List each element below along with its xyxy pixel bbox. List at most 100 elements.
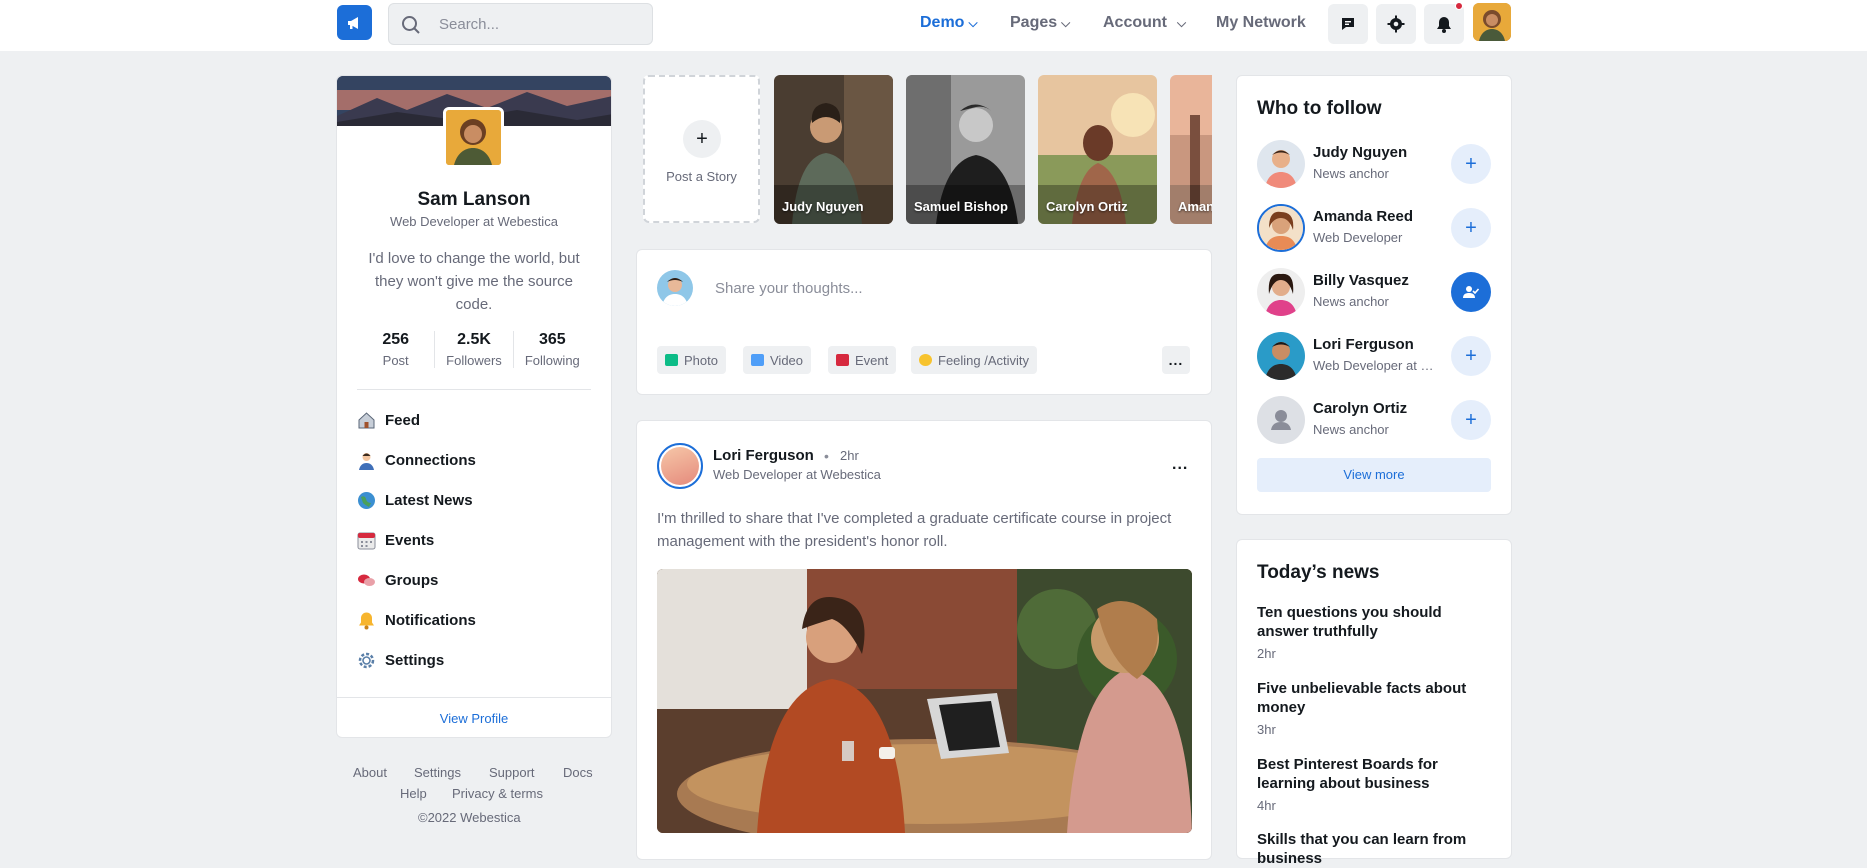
profile-stats: 256 Post 2.5K Followers 365 Following [357, 331, 591, 368]
notifications-button[interactable] [1424, 2, 1464, 44]
megaphone-icon [347, 16, 358, 29]
follow-role: News anchor [1313, 294, 1389, 309]
follow-avatar[interactable] [1257, 268, 1305, 316]
stat-followers: 2.5K Followers [435, 331, 514, 368]
follow-name[interactable]: Amanda Reed [1313, 208, 1413, 225]
follow-role: News anchor [1313, 166, 1389, 181]
follow-avatar-image [1257, 140, 1305, 188]
post-separator: • [824, 448, 829, 464]
footer-link-docs[interactable]: Docs [563, 765, 593, 780]
nav-my-network[interactable]: My Network [1216, 14, 1306, 32]
news-item-title[interactable]: Best Pinterest Boards for learning about… [1257, 755, 1487, 793]
footer-link-settings[interactable]: Settings [414, 765, 461, 780]
top-navbar: Demo ⌵ Pages ⌵ Account ⌵ My Network [0, 0, 1867, 51]
stat-label: Post [382, 353, 409, 368]
menu-item-notifications[interactable]: Notifications [357, 611, 476, 630]
menu-item-connections[interactable]: Connections [357, 451, 476, 470]
story-item[interactable]: Amanda Reed [1170, 75, 1212, 224]
story-item[interactable]: Judy Nguyen [774, 75, 893, 224]
follow-avatar[interactable] [1257, 204, 1305, 252]
calendar-icon [357, 531, 376, 550]
nav-demo[interactable]: Demo ⌵ [920, 14, 978, 32]
post-story-label: Post a Story [666, 169, 737, 184]
footer-link-about[interactable]: About [353, 765, 387, 780]
nav-demo-label: Demo [920, 14, 965, 31]
following-button[interactable] [1451, 272, 1491, 312]
logo[interactable] [337, 5, 372, 40]
menu-item-events[interactable]: Events [357, 531, 434, 550]
stat-posts: 256 Post [357, 331, 436, 368]
footer-link-support[interactable]: Support [489, 765, 535, 780]
follow-avatar-placeholder[interactable] [1257, 396, 1305, 444]
post-more-button[interactable]: ... [1172, 456, 1188, 474]
menu-item-groups[interactable]: Groups [357, 571, 438, 590]
search-box[interactable] [388, 3, 653, 45]
follow-avatar-image [1259, 206, 1303, 250]
calendar-icon [836, 354, 849, 366]
photo-button[interactable]: Photo [657, 346, 726, 374]
menu-item-feed[interactable]: Feed [357, 411, 420, 430]
divider [357, 389, 591, 390]
follow-add-button[interactable]: + [1451, 400, 1491, 440]
post-image[interactable] [657, 569, 1192, 833]
follow-name[interactable]: Judy Nguyen [1313, 144, 1407, 161]
menu-item-label: Groups [385, 572, 439, 589]
footer-link-help[interactable]: Help [400, 786, 427, 801]
feeling-activity-button[interactable]: Feeling /Activity [911, 346, 1038, 374]
video-icon [751, 354, 764, 366]
footer-link-privacy[interactable]: Privacy & terms [452, 786, 543, 801]
user-avatar[interactable] [1473, 3, 1511, 41]
news-item-time: 2hr [1257, 646, 1276, 661]
stat-value: 365 [538, 331, 566, 348]
follow-name[interactable]: Lori Ferguson [1313, 336, 1414, 353]
event-button[interactable]: Event [828, 346, 897, 374]
photo-label: Photo [684, 352, 718, 368]
news-item-title[interactable]: Five unbelievable facts about money [1257, 679, 1487, 717]
news-item-title[interactable]: Ten questions you should answer truthful… [1257, 603, 1487, 641]
follow-add-button[interactable]: + [1451, 144, 1491, 184]
plus-icon: + [1465, 152, 1477, 175]
gear-icon [357, 651, 376, 670]
menu-item-label: Settings [385, 652, 445, 669]
messages-button[interactable] [1328, 4, 1368, 44]
nav-my-network-label: My Network [1216, 14, 1306, 31]
video-button[interactable]: Video [743, 346, 812, 374]
share-thoughts-input[interactable] [715, 276, 1115, 300]
footer-copyright: ©2022 Webestica [418, 810, 521, 825]
nav-account[interactable]: Account ⌵ [1103, 14, 1186, 32]
post-author-name[interactable]: Lori Ferguson [713, 447, 814, 464]
composer-more-button[interactable]: ... [1162, 346, 1190, 374]
nav-pages[interactable]: Pages ⌵ [1010, 14, 1070, 32]
menu-item-settings[interactable]: Settings [357, 651, 444, 670]
follow-role: Web Developer at Webestica [1313, 358, 1443, 373]
view-more-button[interactable]: View more [1257, 458, 1491, 492]
view-profile-link[interactable]: View Profile [337, 711, 611, 726]
person-check-icon [1463, 286, 1479, 298]
menu-item-latest-news[interactable]: Latest News [357, 491, 473, 510]
follow-avatar[interactable] [1257, 140, 1305, 188]
plus-icon: + [1465, 344, 1477, 367]
smiley-icon [919, 354, 932, 366]
profile-avatar[interactable] [443, 107, 504, 168]
post-author-avatar[interactable] [657, 443, 703, 489]
follow-name[interactable]: Carolyn Ortiz [1313, 400, 1407, 417]
post-text: I'm thrilled to share that I've complete… [657, 510, 1172, 550]
todays-news-card: Today’s news Ten questions you should an… [1236, 539, 1512, 867]
follow-add-button[interactable]: + [1451, 208, 1491, 248]
profile-avatar-image [446, 110, 501, 165]
follow-avatar[interactable] [1257, 332, 1305, 380]
post-time: 2hr [840, 448, 859, 463]
post-story-button[interactable]: + Post a Story [643, 75, 760, 223]
news-item-title[interactable]: Skills that you can learn from business [1257, 830, 1487, 868]
stat-following: 365 Following [514, 331, 591, 368]
follow-name[interactable]: Billy Vasquez [1313, 272, 1409, 289]
post-author-role: Web Developer at Webestica [713, 467, 881, 482]
story-item[interactable]: Carolyn Ortiz [1038, 75, 1157, 224]
menu-item-label: Latest News [385, 492, 473, 509]
search-input[interactable] [439, 4, 639, 44]
follow-add-button[interactable]: + [1451, 336, 1491, 376]
plus-icon: + [1465, 408, 1477, 431]
settings-button[interactable] [1376, 4, 1416, 44]
story-item[interactable]: Samuel Bishop [906, 75, 1025, 224]
post-photo [657, 569, 1192, 833]
